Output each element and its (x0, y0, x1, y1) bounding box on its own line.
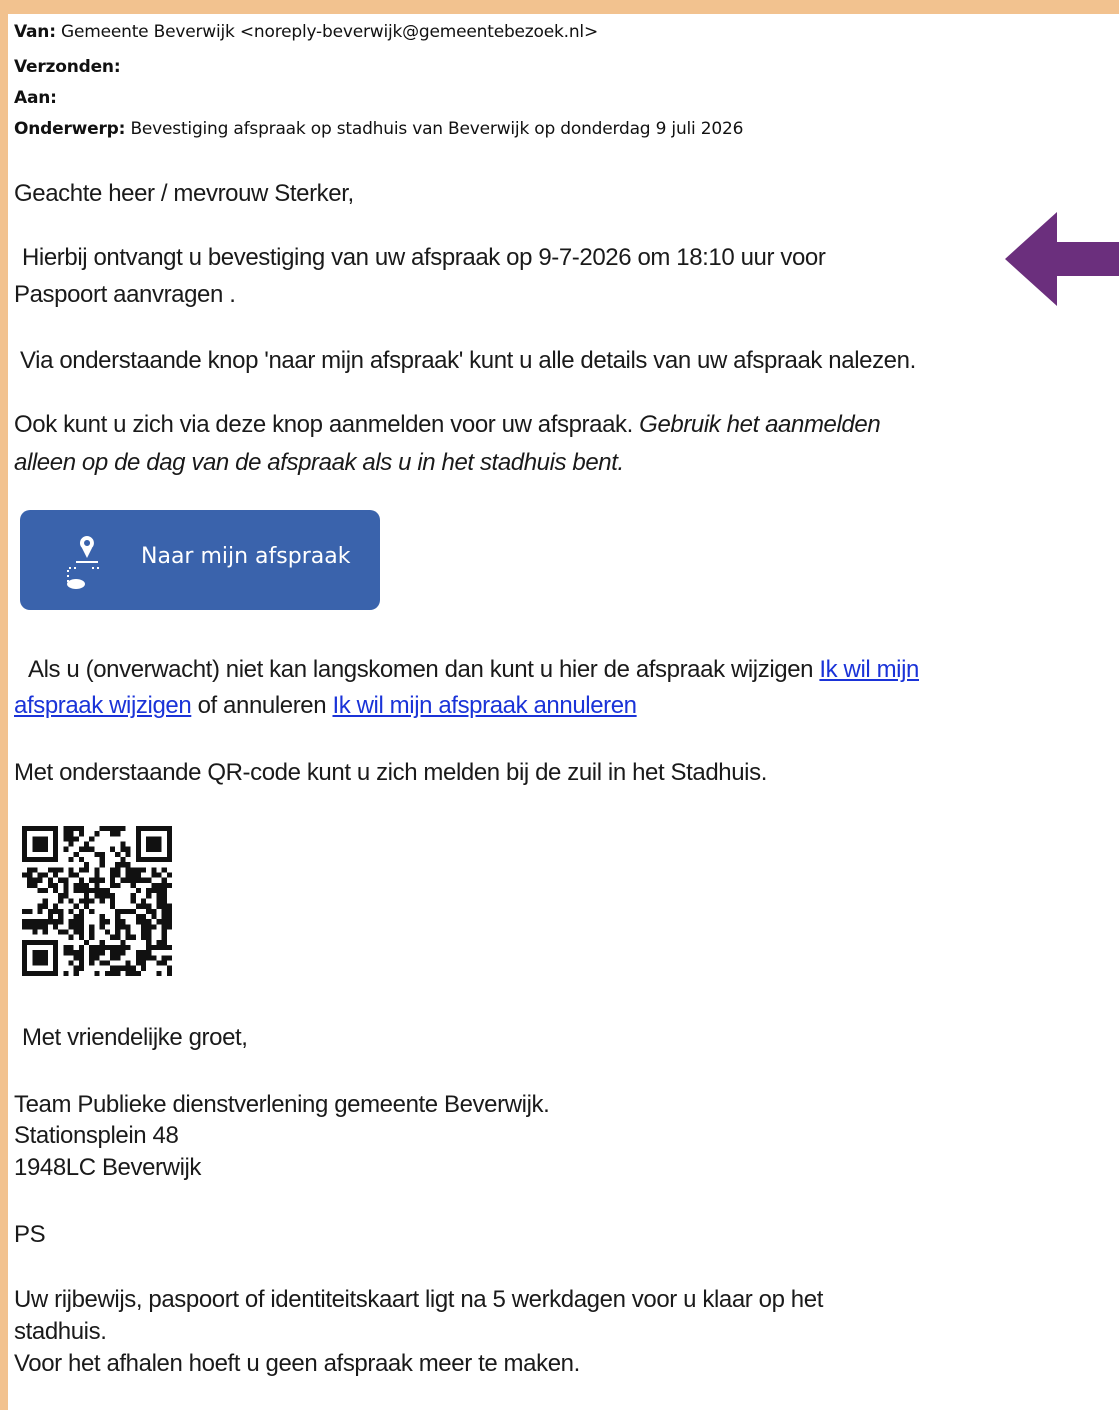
signature-street: Stationsplein 48 (14, 1122, 179, 1149)
open-appointment-button[interactable]: Naar mijn afspraak (20, 510, 380, 610)
from-value: Gemeente Beverwijk <noreply-beverwijk@ge… (61, 22, 598, 42)
cancel-text: of annuleren (191, 692, 333, 719)
change-line-1: Als u (onverwacht) niet kan langskomen d… (28, 653, 919, 687)
confirm-line-2: Paspoort aanvragen . (14, 281, 236, 308)
signature-team: Team Publieke dienstverlening gemeente B… (14, 1091, 550, 1118)
subject-label: Onderwerp: (14, 119, 126, 139)
sent-line: Verzonden: (14, 57, 121, 77)
to-label: Aan: (14, 88, 57, 108)
from-label: Van: (14, 22, 56, 42)
location-pin-icon (67, 536, 102, 589)
to-line: Aan: (14, 88, 57, 108)
qr-instruction: Met onderstaande QR-code kunt u zich mel… (14, 759, 767, 786)
details-line: Via onderstaande knop 'naar mijn afspraa… (20, 347, 916, 374)
register-text: Ook kunt u zich via deze knop aanmelden … (14, 411, 640, 438)
greeting: Geachte heer / mevrouw Sterker, (14, 180, 354, 207)
change-text: Als u (onverwacht) niet kan langskomen d… (28, 656, 820, 683)
email-frame-top (0, 0, 1119, 14)
closing: Met vriendelijke groet, (22, 1024, 248, 1051)
signature-postcode: 1948LC Beverwijk (14, 1154, 202, 1181)
ps-line-1: Uw rijbewijs, paspoort of identiteitskaa… (14, 1286, 823, 1313)
ps-label: PS (14, 1221, 46, 1248)
confirm-line-1: Hierbij ontvangt u bevestiging van uw af… (22, 244, 826, 271)
register-line-1: Ook kunt u zich via deze knop aanmelden … (14, 408, 881, 442)
register-italic-1: Gebruik het aanmelden (639, 411, 881, 438)
email-frame-left (0, 0, 8, 1410)
subject-value: Bevestiging afspraak op stadhuis van Bev… (130, 119, 744, 139)
register-italic-2: alleen op de dag van de afspraak als u i… (14, 449, 624, 476)
ps-line-3: Voor het afhalen hoeft u geen afspraak m… (14, 1350, 580, 1377)
qr-code (22, 826, 172, 976)
arrow-left-icon (1005, 212, 1119, 306)
open-appointment-label: Naar mijn afspraak (141, 544, 351, 569)
change-appointment-link-part2[interactable]: afspraak wijzigen (14, 692, 192, 719)
from-line: Van: Gemeente Beverwijk <noreply-beverwi… (14, 22, 598, 42)
ps-line-2: stadhuis. (14, 1318, 107, 1345)
sent-label: Verzonden: (14, 57, 121, 77)
change-line-2: afspraak wijzigen of annuleren Ik wil mi… (14, 689, 637, 723)
subject-line: Onderwerp: Bevestiging afspraak op stadh… (14, 119, 743, 139)
cancel-appointment-link[interactable]: Ik wil mijn afspraak annuleren (332, 692, 637, 719)
change-appointment-link-part1[interactable]: Ik wil mijn (819, 656, 919, 683)
